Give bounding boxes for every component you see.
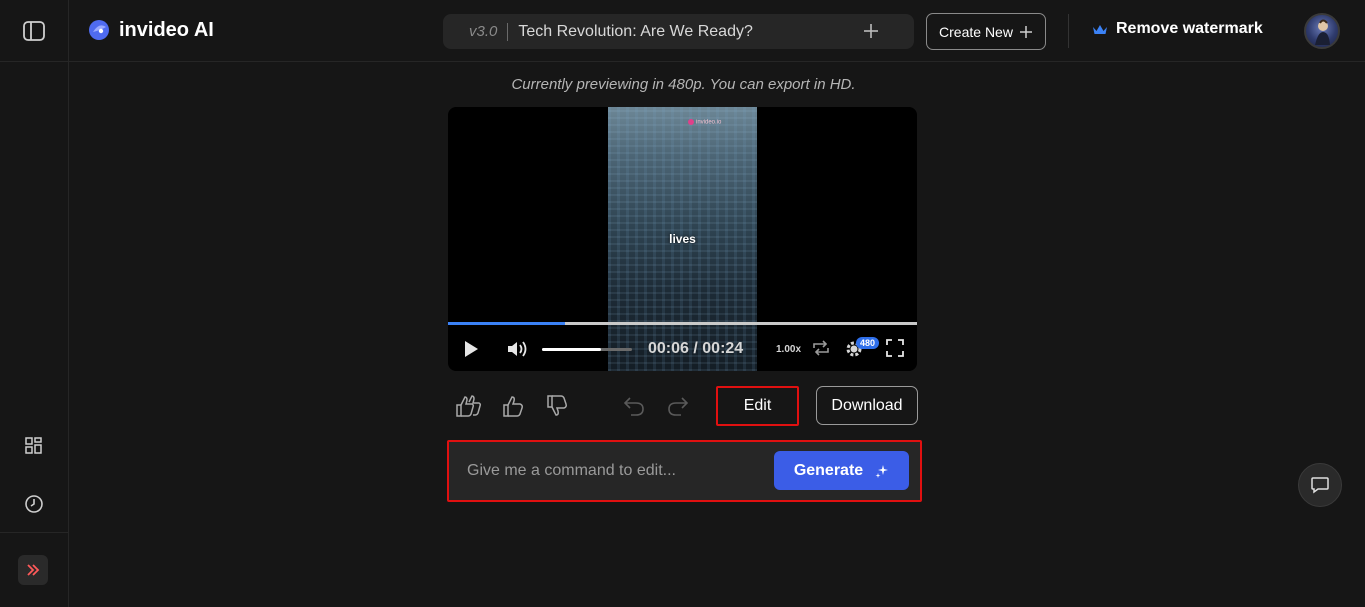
play-button[interactable] (462, 339, 480, 359)
loop-icon (813, 340, 829, 356)
player-controls: 00:06 / 00:24 1.00x 480 (448, 333, 917, 365)
edit-button[interactable]: Edit (716, 386, 799, 426)
thumbs-down-button[interactable] (543, 392, 571, 420)
logo[interactable]: invideo AI (87, 18, 214, 42)
grid-icon (25, 437, 42, 454)
title-separator (507, 22, 509, 41)
download-button[interactable]: Download (816, 386, 918, 425)
volume-slider[interactable] (542, 348, 632, 351)
plus-icon (1019, 25, 1032, 38)
project-title-bar[interactable]: v3.0 Tech Revolution: Are We Ready? (443, 14, 914, 49)
video-caption: lives (669, 232, 696, 246)
generate-label: Generate (793, 461, 864, 479)
progress-fill (448, 322, 566, 325)
logo-text: invideo AI (119, 18, 214, 41)
redo-icon (668, 397, 689, 416)
undo-button[interactable] (620, 392, 648, 420)
chat-support-button[interactable] (1298, 463, 1342, 507)
thumbs-up-icon (503, 396, 523, 417)
remove-watermark-label: Remove watermark (1116, 20, 1263, 37)
volume-button[interactable] (506, 339, 530, 359)
volume-icon (508, 341, 527, 357)
invideo-logo-icon (89, 20, 109, 40)
sidebar-toggle-icon (23, 21, 45, 41)
fullscreen-button[interactable] (886, 339, 904, 357)
create-new-label: Create New (939, 23, 1013, 40)
crown-icon (1093, 24, 1107, 34)
redo-button[interactable] (664, 392, 692, 420)
remove-watermark-button[interactable]: Remove watermark (1092, 20, 1263, 38)
play-icon (465, 341, 478, 357)
progress-bar[interactable] (448, 322, 917, 325)
history-button[interactable] (22, 492, 46, 516)
command-box: Generate (447, 440, 922, 502)
chat-icon (1311, 477, 1329, 494)
project-title[interactable]: Tech Revolution: Are We Ready? (518, 23, 753, 41)
playback-speed[interactable]: 1.00x (776, 344, 801, 355)
video-frame: invideo.io lives (608, 107, 757, 371)
time-separator: / (693, 340, 703, 357)
grid-button[interactable] (22, 434, 46, 458)
command-input[interactable] (451, 444, 771, 498)
create-new-button[interactable]: Create New (926, 13, 1046, 50)
preview-note: Currently previewing in 480p. You can ex… (0, 76, 1365, 93)
sidebar-toggle-button[interactable] (0, 0, 69, 62)
love-it-button[interactable] (455, 392, 483, 420)
quality-badge: 480 (856, 337, 880, 349)
fullscreen-icon (886, 339, 904, 357)
duration: 00:24 (702, 340, 744, 357)
volume-fill (542, 348, 602, 351)
chevron-double-right-icon (27, 564, 40, 576)
rail-divider (0, 532, 69, 533)
loop-button[interactable] (811, 339, 831, 357)
clock-icon (25, 495, 43, 513)
avatar[interactable] (1304, 13, 1340, 49)
preview-note-text: Currently previewing in 480p. You can ex… (511, 76, 856, 93)
double-thumbs-up-icon (456, 395, 482, 417)
thumbs-down-icon (547, 395, 567, 416)
header-divider (1068, 14, 1069, 48)
time-display: 00:06 / 00:24 (648, 340, 743, 358)
generate-button[interactable]: Generate (774, 451, 909, 490)
thumbs-up-button[interactable] (499, 392, 527, 420)
video-player[interactable]: invideo.io lives 00:06 / 00:24 1.00x 480 (448, 107, 917, 371)
plus-icon[interactable] (862, 22, 880, 40)
video-watermark: invideo.io (688, 119, 721, 126)
sparkle-icon (875, 464, 889, 478)
expand-sidebar-button[interactable] (18, 555, 48, 585)
avatar-image-icon (1315, 19, 1330, 45)
version-label: v3.0 (469, 23, 498, 40)
current-time: 00:06 (648, 340, 689, 357)
left-rail (0, 62, 69, 607)
undo-icon (623, 397, 644, 416)
top-header: invideo AI v3.0 Tech Revolution: Are We … (0, 0, 1365, 62)
